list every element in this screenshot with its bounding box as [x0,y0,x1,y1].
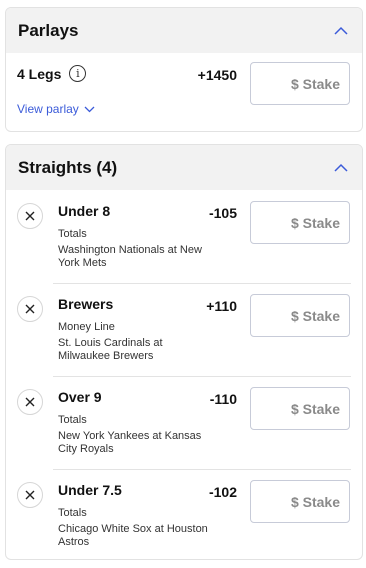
bet-matchup: Chicago White Sox at Houston Astros [58,523,208,548]
remove-bet-button[interactable] [17,203,43,229]
bet-matchup: St. Louis Cardinals at Milwaukee Brewers [58,337,163,362]
bet-matchup: Washington Nationals at New York Mets [58,244,202,269]
bet-selection: Under 7.5 [58,482,122,498]
view-parlay-label: View parlay [17,102,79,116]
legs-row: 4 Legs i [17,65,87,82]
parlays-card: Parlays 4 Legs i +1450 $ Stake View parl… [5,7,363,132]
chevron-up-icon[interactable] [331,158,351,178]
chevron-down-icon [84,106,95,112]
info-icon[interactable]: i [69,65,87,82]
bet-stake-input[interactable]: $ Stake [250,387,350,430]
bet-row: Under 7.5 -102 Totals Chicago White Sox … [6,469,362,559]
chevron-up-icon[interactable] [331,21,351,41]
bet-selection: Brewers [58,296,114,312]
remove-bet-button[interactable] [17,482,43,508]
bet-row: Brewers +110 Money Line St. Louis Cardin… [6,283,362,376]
bet-selection: Under 8 [58,203,111,219]
parlay-summary: 4 Legs i +1450 $ Stake View parlay [6,53,362,131]
bet-market: Totals [58,507,87,519]
close-icon [25,397,35,407]
close-icon [25,490,35,500]
bet-stake-input[interactable]: $ Stake [250,480,350,523]
bet-selection: Over 9 [58,389,102,405]
bet-odds: -105 [208,205,237,221]
straights-title: Straights (4) [18,157,118,177]
straights-header[interactable]: Straights (4) [6,145,362,190]
remove-bet-button[interactable] [17,296,43,322]
legs-label: 4 Legs [17,65,62,82]
bet-market: Money Line [58,321,115,333]
bet-stake-input[interactable]: $ Stake [250,294,350,337]
parlays-header[interactable]: Parlays [6,8,362,53]
bet-market: Totals [58,228,87,240]
close-icon [25,304,35,314]
bet-row: Over 9 -110 Totals New York Yankees at K… [6,376,362,469]
parlay-stake-input[interactable]: $ Stake [250,62,350,105]
straights-card: Straights (4) Under 8 -105 Totals Washin… [5,144,363,560]
bet-market: Totals [58,414,87,426]
bet-stake-input[interactable]: $ Stake [250,201,350,244]
close-icon [25,211,35,221]
parlay-odds: +1450 [197,67,237,83]
remove-bet-button[interactable] [17,389,43,415]
bet-odds: -102 [208,484,237,500]
bet-row: Under 8 -105 Totals Washington Nationals… [6,190,362,283]
bet-matchup: New York Yankees at Kansas City Royals [58,430,202,455]
parlays-title: Parlays [18,20,79,40]
bet-odds: -110 [209,391,237,407]
bet-odds: +110 [206,298,237,314]
view-parlay-link[interactable]: View parlay [17,102,95,116]
